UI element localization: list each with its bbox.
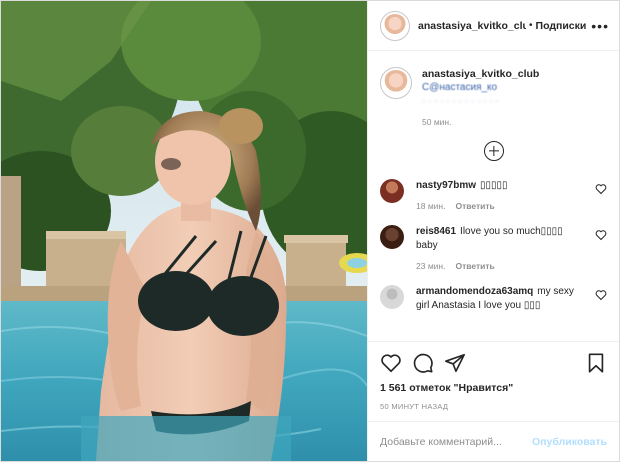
comments-list[interactable]: anastasiya_kvitko_club С@настасия_ко · ·…	[368, 51, 619, 341]
caption-time: 50 мин.	[422, 117, 452, 127]
comment-input[interactable]	[380, 435, 533, 448]
caption-text-line[interactable]: С@настасия_ко	[422, 81, 539, 95]
post-header: anastasiya_kvitko_club • Подписки •••	[368, 1, 619, 51]
publish-button[interactable]: Опубликовать	[532, 436, 607, 448]
heart-icon[interactable]	[595, 229, 607, 241]
heart-icon[interactable]	[595, 289, 607, 301]
load-more-comments[interactable]	[380, 141, 607, 161]
reply-button[interactable]: Ответить	[455, 201, 494, 211]
commenter-avatar[interactable]	[380, 285, 404, 309]
instagram-post: anastasiya_kvitko_club • Подписки ••• an…	[0, 0, 620, 462]
plus-circle-icon[interactable]	[483, 141, 504, 161]
more-horizontal-icon[interactable]: •••	[591, 18, 609, 34]
comment-item: reis8461 Ilove you so much▯▯▯▯ baby 23 ми…	[380, 225, 607, 271]
post-caption: anastasiya_kvitko_club С@настасия_ко · ·…	[380, 67, 607, 127]
caption-avatar[interactable]	[380, 67, 412, 99]
heart-icon[interactable]	[380, 352, 402, 374]
commenter-avatar[interactable]	[380, 225, 404, 249]
post-photo[interactable]	[1, 1, 367, 461]
add-comment-bar: Опубликовать	[368, 421, 619, 461]
comment-item: nasty97bmw ▯▯▯▯▯ 18 мин. Ответить	[380, 179, 607, 211]
commenter-avatar[interactable]	[380, 179, 404, 203]
commenter-username[interactable]: reis8461	[416, 226, 456, 237]
post-sidebar: anastasiya_kvitko_club • Подписки ••• an…	[367, 1, 619, 461]
comment-item: armandomendoza63amq my sexy girl Anastasi…	[380, 285, 607, 313]
caption-username[interactable]: anastasiya_kvitko_club	[422, 67, 539, 81]
header-separator: •	[529, 20, 533, 31]
paper-plane-icon[interactable]	[444, 352, 466, 374]
action-icons-row	[380, 348, 607, 378]
post-actions: 1 561 отметок "Нравится" 50 МИНУТ НАЗАД	[368, 341, 619, 421]
post-timestamp: 50 МИНУТ НАЗАД	[380, 402, 449, 411]
author-avatar[interactable]	[380, 10, 410, 41]
likes-count[interactable]: 1 561 отметок "Нравится"	[380, 382, 607, 394]
following-button[interactable]: Подписки	[536, 20, 587, 32]
comment-text: ▯▯▯▯▯	[480, 180, 508, 191]
comment-time: 23 мин.	[416, 261, 446, 271]
commenter-username[interactable]: armandomendoza63amq	[416, 286, 533, 297]
pool-photo-illustration	[1, 1, 367, 461]
author-username[interactable]: anastasiya_kvitko_club	[418, 20, 526, 32]
reply-button[interactable]: Ответить	[455, 261, 494, 271]
caption-text-line-blurred: · · · · · · · · · · · · ·	[422, 96, 499, 107]
commenter-username[interactable]: nasty97bmw	[416, 180, 476, 191]
heart-icon[interactable]	[595, 183, 607, 195]
comment-time: 18 мин.	[416, 201, 446, 211]
bookmark-icon[interactable]	[585, 352, 607, 374]
comment-icon[interactable]	[412, 352, 434, 374]
